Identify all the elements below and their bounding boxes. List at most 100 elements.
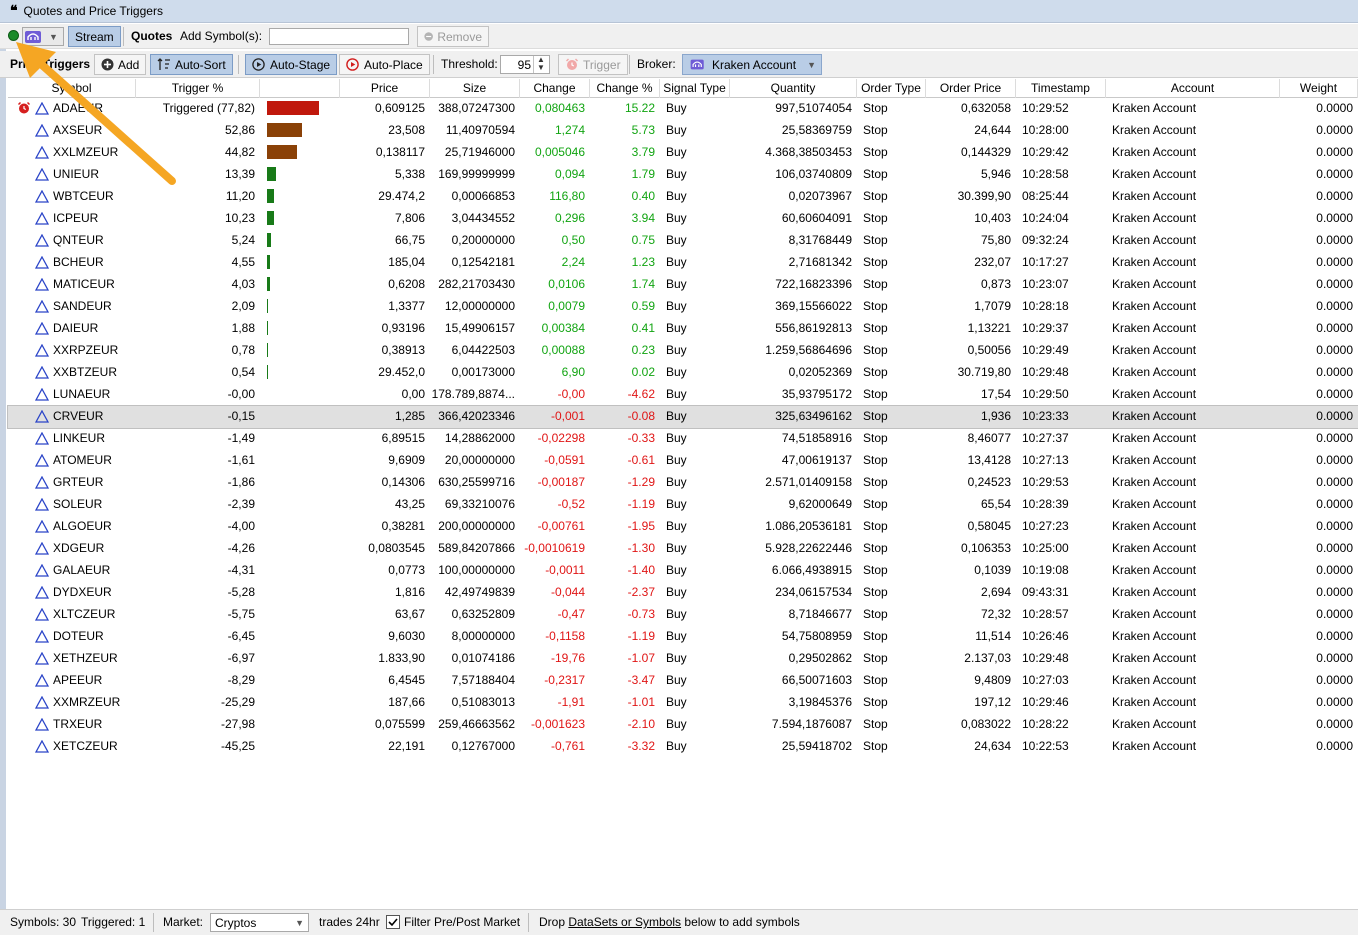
table-row[interactable]: DAIEUR 1,88 0,93196 15,49906157 0,00384 0.41 B… xyxy=(8,318,1358,340)
cell-ts: 10:26:46 xyxy=(1022,629,1069,643)
cell-change-pct: -0.08 xyxy=(627,409,655,423)
table-row[interactable]: CRVEUR -0,15 1,285 366,42023346 -0,001 -0.08 B… xyxy=(7,405,1358,429)
filter-prepost-checkbox[interactable] xyxy=(386,915,400,929)
broker-dropdown[interactable]: Kraken Account ▼ xyxy=(682,54,822,75)
remove-button[interactable]: Remove xyxy=(417,26,489,47)
spinner-down-icon[interactable]: ▼ xyxy=(534,64,548,72)
market-dropdown[interactable]: Cryptos ▼ xyxy=(210,913,309,932)
cell-trigger: -1,61 xyxy=(227,453,255,467)
table-row[interactable]: XLTCZEUR -5,75 63,67 0,63252809 -0,47 -0.73 Bu… xyxy=(8,604,1358,626)
trigger-button[interactable]: Trigger xyxy=(558,54,628,75)
column-header-quantity[interactable]: Quantity xyxy=(730,79,857,98)
auto-place-toggle[interactable]: Auto-Place xyxy=(339,54,430,75)
column-header-size[interactable]: Size xyxy=(430,79,520,98)
column-header-bar[interactable] xyxy=(260,79,340,98)
table-row[interactable]: GRTEUR -1,86 0,14306 630,25599716 -0,00187 -1… xyxy=(8,472,1358,494)
table-row[interactable]: LUNAEUR -0,00 0,00 178.789,8874... -0,00 -4.6… xyxy=(8,384,1358,406)
table-row[interactable]: AXSEUR 52,86 23,508 11,40970594 1,274 5.73 Buy… xyxy=(8,120,1358,142)
cell-signal: Buy xyxy=(666,607,687,621)
table-row[interactable]: DOTEUR -6,45 9,6030 8,00000000 -0,1158 -1.19 B… xyxy=(8,626,1358,648)
column-header-symbol[interactable]: Symbol xyxy=(8,79,136,98)
chevron-down-icon: ▼ xyxy=(295,917,304,928)
checkmark-icon xyxy=(388,918,398,927)
datafeed-dropdown[interactable]: ▼ xyxy=(22,27,64,46)
cell-symbol: ADAEUR xyxy=(53,101,104,115)
cell-signal: Buy xyxy=(666,189,687,203)
threshold-spinner-arrows[interactable]: ▲ ▼ xyxy=(533,56,548,73)
table-row[interactable]: APEEUR -8,29 6,4545 7,57188404 -0,2317 -3.47 B… xyxy=(8,670,1358,692)
cell-account: Kraken Account xyxy=(1112,321,1197,335)
cell-ts: 10:28:39 xyxy=(1022,497,1069,511)
table-row[interactable]: BCHEUR 4,55 185,04 0,12542181 2,24 1.23 Buy 2,7… xyxy=(8,252,1358,274)
cell-otype: Stop xyxy=(863,233,888,247)
auto-stage-toggle[interactable]: Auto-Stage xyxy=(245,54,338,75)
column-header-change[interactable]: Change % xyxy=(590,79,660,98)
auto-sort-toggle[interactable]: Auto-Sort xyxy=(150,54,233,75)
add-trigger-button[interactable]: Add xyxy=(94,54,147,75)
cell-price: 0,38281 xyxy=(381,519,425,533)
cell-weight: 0.0000 xyxy=(1316,277,1353,291)
triangle-icon xyxy=(35,454,49,467)
table-row[interactable]: ATOMEUR -1,61 9,6909 20,00000000 -0,0591 -0.6… xyxy=(8,450,1358,472)
cell-price: 29.452,0 xyxy=(378,365,425,379)
table-row[interactable]: XETHZEUR -6,97 1.833,90 0,01074186 -19,76 -1.… xyxy=(8,648,1358,670)
cell-change: -0,0591 xyxy=(544,453,585,467)
column-header-price[interactable]: Price xyxy=(340,79,430,98)
cell-change: 0,0106 xyxy=(548,277,585,291)
cell-trigger: -25,29 xyxy=(220,695,255,709)
table-row[interactable]: SOLEUR -2,39 43,25 69,33210076 -0,52 -1.19 Buy… xyxy=(8,494,1358,516)
cell-symbol: LINKEUR xyxy=(53,431,106,445)
table-row[interactable]: XXLMZEUR 44,82 0,138117 25,71946000 0,005046… xyxy=(8,142,1358,164)
column-header-timestamp[interactable]: Timestamp xyxy=(1016,79,1106,98)
table-row[interactable]: QNTEUR 5,24 66,75 0,20000000 0,50 0.75 Buy 8,31… xyxy=(8,230,1358,252)
cell-account: Kraken Account xyxy=(1112,299,1197,313)
table-row[interactable]: ADAEUR Triggered (77,82) 0,609125 388,07247… xyxy=(8,98,1358,120)
cell-change: 2,24 xyxy=(561,255,585,269)
table-row[interactable]: UNIEUR 13,39 5,338 169,99999999 0,094 1.79 Buy… xyxy=(8,164,1358,186)
cell-change-pct: 0.02 xyxy=(631,365,655,379)
table-row[interactable]: LINKEUR -1,49 6,89515 14,28862000 -0,02298 -0… xyxy=(8,428,1358,450)
cell-signal: Buy xyxy=(666,255,687,269)
column-header-signal-type[interactable]: Signal Type xyxy=(660,79,730,98)
cell-change-pct: -1.19 xyxy=(627,497,655,511)
cell-ts: 10:29:49 xyxy=(1022,343,1069,357)
cell-trigger: -4,00 xyxy=(227,519,255,533)
column-header-weight[interactable]: Weight xyxy=(1280,79,1358,98)
cell-price: 0,38913 xyxy=(381,343,425,357)
cell-change-pct: -1.30 xyxy=(627,541,655,555)
table-row[interactable]: TRXEUR -27,98 0,075599 259,46663562 -0,00162… xyxy=(8,714,1358,736)
cell-price: 6,89515 xyxy=(381,431,425,445)
table-row[interactable]: XXMRZEUR -25,29 187,66 0,51083013 -1,91 -1.01… xyxy=(8,692,1358,714)
table-row[interactable]: ALGOEUR -4,00 0,38281 200,00000000 -0,00761 -… xyxy=(8,516,1358,538)
table-row[interactable]: WBTCEUR 11,20 29.474,2 0,00066853 116,80 0.40… xyxy=(8,186,1358,208)
column-header-change[interactable]: Change xyxy=(520,79,590,98)
table-row[interactable]: XDGEUR -4,26 0,0803545 589,84207866 -0,00106… xyxy=(8,538,1358,560)
table-row[interactable]: SANDEUR 2,09 1,3377 12,00000000 0,0079 0.59 Bu… xyxy=(8,296,1358,318)
table-row[interactable]: XETCZEUR -45,25 22,191 0,12767000 -0,761 -3.3… xyxy=(8,736,1358,758)
table-row[interactable]: XXBTZEUR 0,54 29.452,0 0,00173000 6,90 0.02 Bu… xyxy=(8,362,1358,384)
cell-ts: 10:27:03 xyxy=(1022,673,1069,687)
column-header-order-price[interactable]: Order Price xyxy=(926,79,1016,98)
table-row[interactable]: ICPEUR 10,23 7,806 3,04434552 0,296 3.94 Buy 60… xyxy=(8,208,1358,230)
status-separator xyxy=(153,913,154,932)
drop-hint-link[interactable]: DataSets or Symbols xyxy=(568,915,681,929)
table-row[interactable]: XXRPZEUR 0,78 0,38913 6,04422503 0,00088 0.23… xyxy=(8,340,1358,362)
connection-status-icon xyxy=(8,30,19,41)
column-header-order-type[interactable]: Order Type xyxy=(857,79,926,98)
stream-button[interactable]: Stream xyxy=(68,26,121,47)
table-row[interactable]: DYDXEUR -5,28 1,816 42,49749839 -0,044 -2.37 B… xyxy=(8,582,1358,604)
cell-oprice: 0,083022 xyxy=(960,717,1011,731)
table-row[interactable]: GALAEUR -4,31 0,0773 100,00000000 -0,0011 -1.… xyxy=(8,560,1358,582)
cell-otype: Stop xyxy=(863,695,888,709)
cell-change-pct: 0.75 xyxy=(631,233,655,247)
cell-symbol: XETHZEUR xyxy=(53,651,118,665)
cell-qty: 997,51074054 xyxy=(775,101,852,115)
cell-otype: Stop xyxy=(863,321,888,335)
cell-signal: Buy xyxy=(666,409,687,423)
column-header-trigger[interactable]: Trigger % xyxy=(136,79,260,98)
cell-change: 0,296 xyxy=(554,211,585,225)
column-header-account[interactable]: Account xyxy=(1106,79,1280,98)
add-symbols-input[interactable] xyxy=(269,28,409,45)
table-row[interactable]: MATICEUR 4,03 0,6208 282,21703430 0,0106 1.74… xyxy=(8,274,1358,296)
cell-symbol: DAIEUR xyxy=(53,321,99,335)
